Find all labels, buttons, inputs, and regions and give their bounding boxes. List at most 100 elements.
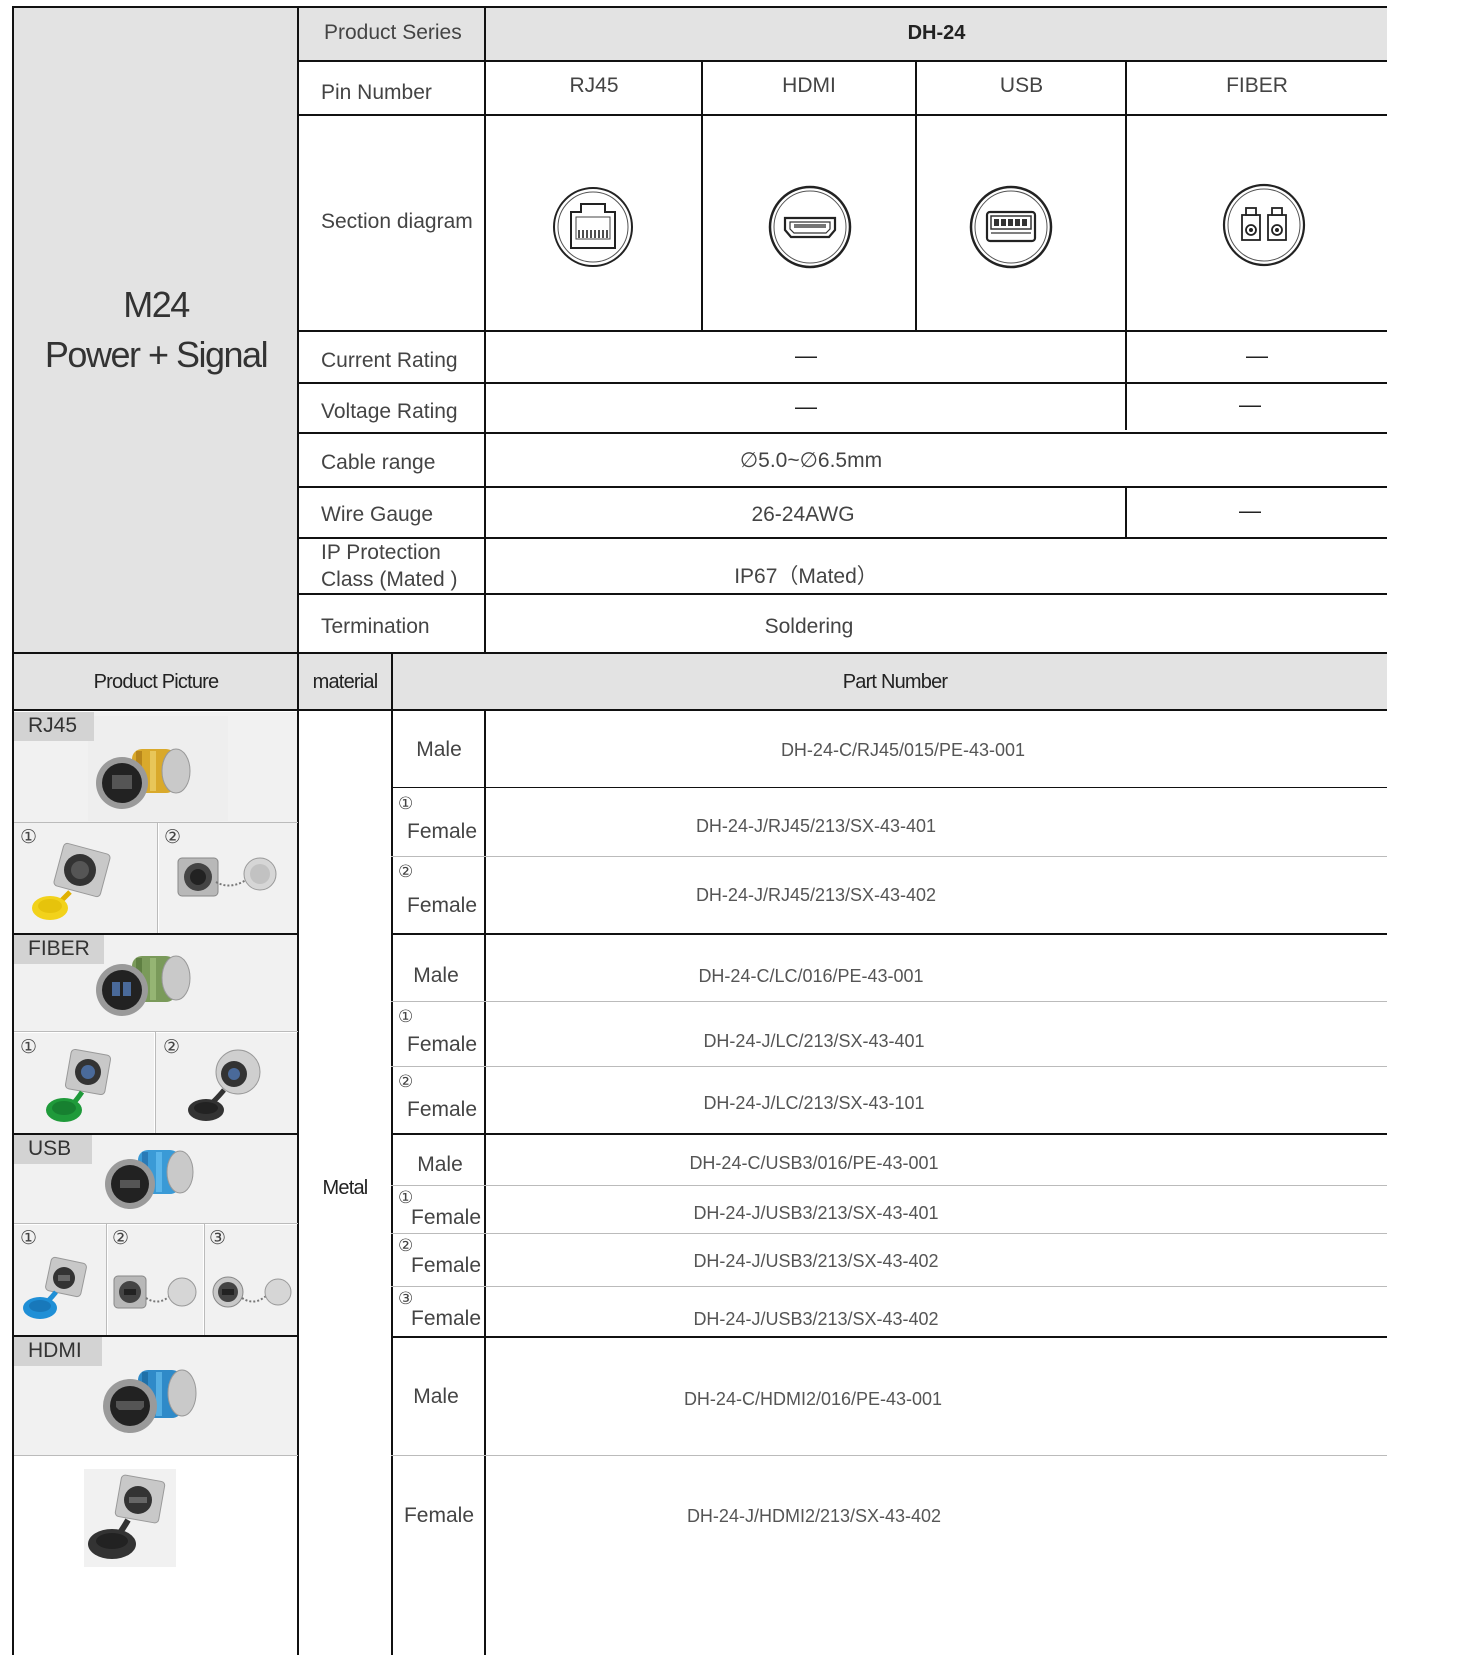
fiber-female-1-number: ①: [20, 1037, 38, 1058]
usb-female-2-photo: [113, 1275, 197, 1309]
grid-line: [297, 537, 1387, 539]
grid-line: [14, 1455, 298, 1456]
grid-line: [12, 652, 1387, 654]
grid-line: [12, 709, 1387, 711]
grid-line: [391, 652, 393, 1655]
usb-female-1-number: ①: [20, 1228, 38, 1249]
ip-protection-label-line2: Class (Mated ): [321, 567, 458, 591]
fiber-picture-tag: FIBER: [14, 935, 104, 964]
current-rating-label: Current Rating: [321, 348, 458, 372]
grid-line: [484, 709, 486, 1655]
fiber-lc-socket-icon: [1222, 183, 1306, 267]
series-title-panel: M24 Power + Signal: [14, 7, 298, 652]
rj45-female-2-number: ②: [164, 827, 182, 848]
fiber-female-1-photo: [46, 1048, 112, 1122]
grid-line: [391, 1066, 1387, 1067]
grid-line: [14, 822, 298, 823]
gender-label: Female: [411, 1307, 482, 1330]
gender-label: Female: [411, 1206, 482, 1229]
grid-line: [157, 823, 158, 933]
hdmi-plug-photo: [103, 1369, 197, 1433]
gender-cell: ① Female: [393, 1186, 485, 1234]
product-series-label: Product Series: [299, 7, 484, 60]
part-number-cell: DH-24-C/RJ45/015/PE-43-001: [780, 739, 1026, 760]
grid-line: [297, 382, 1387, 384]
gender-cell: Male: [413, 1385, 459, 1408]
pin-fiber: FIBER: [1226, 74, 1288, 97]
grid-line: [297, 432, 1387, 434]
fiber-female-2-photo: [188, 1049, 261, 1121]
row-number: ②: [398, 1236, 414, 1255]
grid-line: [391, 856, 1387, 857]
part-number-cell: DH-24-C/USB3/016/PE-43-001: [689, 1152, 939, 1173]
grid-line: [297, 60, 1387, 62]
grid-line: [915, 60, 917, 332]
hdmi-female-photo: [88, 1474, 166, 1559]
part-number-cell: DH-24-J/LC/213/SX-43-401: [703, 1030, 925, 1051]
grid-line: [297, 486, 1387, 488]
voltage-rating-value: —: [795, 394, 817, 419]
grid-line: [12, 933, 298, 935]
gender-cell: Male: [416, 738, 462, 761]
gender-label: Female: [407, 894, 478, 917]
grid-line: [391, 1001, 1387, 1002]
rj45-picture-tag: RJ45: [14, 712, 94, 741]
termination-label: Termination: [321, 614, 430, 638]
gender-cell: ② Female: [393, 1234, 485, 1286]
part-number-cell: DH-24-C/LC/016/PE-43-001: [698, 965, 924, 986]
rj45-socket-icon: [553, 187, 633, 267]
grid-line: [391, 1133, 1387, 1135]
product-series-value: DH-24: [486, 7, 1387, 60]
current-rating-value: —: [795, 343, 817, 368]
grid-line: [204, 1224, 205, 1335]
wire-gauge-value: 26-24AWG: [751, 503, 855, 526]
rj45-female-2-photo: [177, 857, 277, 897]
grid-line: [391, 1286, 1387, 1287]
grid-line: [106, 1224, 107, 1335]
row-number: ③: [398, 1289, 414, 1308]
part-number-cell: DH-24-J/RJ45/213/SX-43-402: [695, 885, 937, 905]
part-number-cell: DH-24-J/USB3/213/SX-43-401: [693, 1202, 939, 1223]
pin-rj45: RJ45: [569, 74, 619, 97]
grid-line: [1125, 488, 1127, 538]
grid-line: [391, 1233, 1387, 1234]
part-number-cell: DH-24-J/USB3/213/SX-43-402: [693, 1250, 939, 1271]
usb-female-3-photo: [212, 1276, 292, 1308]
grid-line: [701, 60, 703, 332]
grid-line: [155, 1032, 156, 1133]
ip-protection-label: IP Protection Class (Mated ): [299, 540, 484, 593]
grid-line: [391, 1336, 1387, 1338]
row-number: ①: [398, 1007, 414, 1026]
usb-plug-photo: [105, 1150, 194, 1209]
wire-gauge-label: Wire Gauge: [321, 502, 434, 526]
cable-range-value: ∅5.0~∅6.5mm: [739, 449, 883, 472]
grid-line: [391, 933, 1387, 935]
fiber-plug-photo: [96, 955, 191, 1016]
series-title-line1: M24: [123, 283, 190, 325]
grid-line: [13, 6, 1387, 8]
gender-cell: ③ Female: [393, 1287, 485, 1337]
ip-protection-value: IP67（Mated）: [734, 565, 878, 588]
current-rating-fiber-value: —: [1246, 343, 1268, 368]
pin-hdmi: HDMI: [782, 74, 836, 97]
grid-line: [391, 1455, 1387, 1456]
part-number-cell: DH-24-J/HDMI2/213/SX-43-402: [686, 1505, 942, 1526]
wire-gauge-fiber-value: —: [1239, 498, 1261, 523]
gender-label: Female: [407, 1033, 478, 1056]
usb-female-3-number: ③: [209, 1228, 227, 1249]
rj45-female-1-photo: [32, 842, 111, 920]
usb-picture-tag: USB: [14, 1135, 92, 1164]
gender-cell: ② Female: [393, 858, 485, 933]
ip-protection-label-line1: IP Protection: [321, 540, 441, 564]
part-number-cell: DH-24-C/HDMI2/016/PE-43-001: [683, 1388, 943, 1409]
grid-line: [297, 330, 1387, 332]
material-value: Metal: [322, 1177, 369, 1199]
row-number: ②: [398, 862, 414, 881]
part-number-header: Part Number: [393, 654, 1387, 710]
grid-line: [12, 6, 14, 1655]
usb-female-2-number: ②: [112, 1228, 130, 1249]
termination-value: Soldering: [764, 615, 854, 638]
row-number: ①: [398, 1188, 414, 1207]
grid-line: [14, 1223, 298, 1224]
grid-line: [12, 1133, 298, 1135]
